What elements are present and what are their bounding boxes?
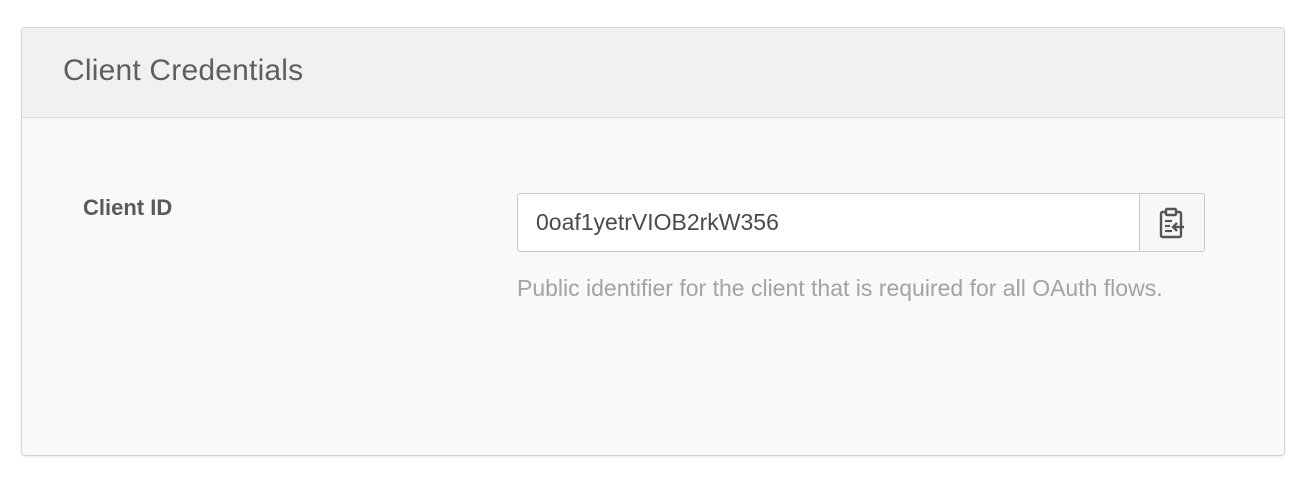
client-credentials-panel: Client Credentials Client ID Public iden…: [21, 27, 1285, 456]
copy-to-clipboard-button[interactable]: [1139, 194, 1204, 251]
panel-header: Client Credentials: [22, 28, 1284, 118]
client-id-input[interactable]: [518, 194, 1139, 251]
client-id-input-group: [517, 193, 1205, 252]
client-id-help-text: Public identifier for the client that is…: [517, 275, 1163, 301]
panel-title: Client Credentials: [63, 54, 304, 87]
client-id-label: Client ID: [83, 195, 173, 220]
clipboard-copy-icon: [1159, 207, 1184, 238]
